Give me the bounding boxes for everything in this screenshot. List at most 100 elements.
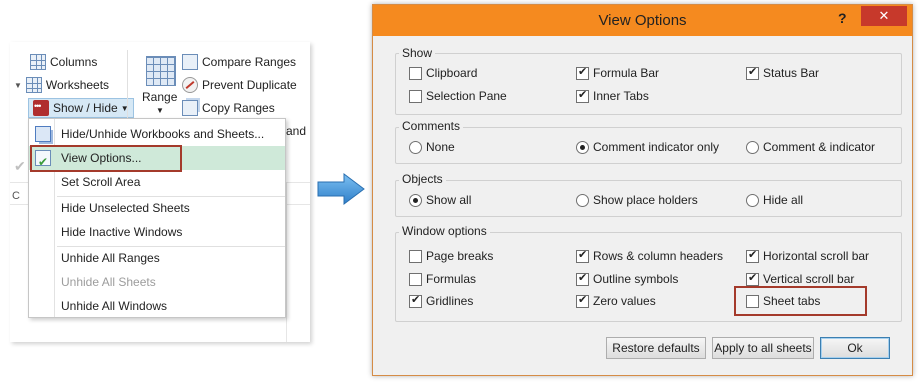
range-dropdown-icon[interactable]: ▼	[156, 106, 164, 115]
prevent-duplicate-button[interactable]: Prevent Duplicate	[182, 75, 297, 95]
menu-item-label: Hide Inactive Windows	[61, 225, 183, 239]
columns-button[interactable]: Columns	[30, 52, 97, 72]
columns-icon	[30, 54, 46, 70]
formulas-checkbox[interactable]: Formulas	[409, 271, 476, 287]
horizontal-scroll-check[interactable]	[746, 248, 759, 263]
menu-item-unhide-all-sheets: Unhide All Sheets	[29, 270, 285, 294]
sheet-gridline-v	[286, 182, 287, 342]
dropdown-arrow-icon: ▼	[14, 80, 22, 90]
comments-group-title: Comments	[399, 119, 464, 133]
menu-item-set-scroll-area[interactable]: Set Scroll Area	[29, 170, 285, 194]
comments-none-radio[interactable]: None	[409, 139, 455, 155]
worksheets-button[interactable]: ▼ Worksheets	[14, 75, 109, 95]
menu-item-hide-unhide-workbooks[interactable]: Hide/Unhide Workbooks and Sheets...	[29, 122, 285, 146]
prevent-duplicate-icon	[182, 77, 198, 93]
objects-hide-all-label: Hide all	[763, 193, 804, 207]
comment-indicator-only-radio[interactable]: Comment indicator only	[576, 139, 719, 155]
gridlines-check[interactable]	[409, 293, 422, 308]
rc-headers-checkbox[interactable]: Rows & column headers	[576, 248, 723, 264]
vertical-scroll-check[interactable]	[746, 271, 759, 286]
outline-symbols-checkbox[interactable]: Outline symbols	[576, 271, 678, 287]
right-arrow-icon	[317, 173, 365, 205]
objects-show-all-label: Show all	[426, 193, 472, 207]
inner-tabs-label: Inner Tabs	[593, 89, 649, 103]
ok-button[interactable]: Ok	[820, 337, 890, 359]
vertical-scroll-label: Vertical scroll bar	[763, 272, 855, 286]
comment-and-indicator-radio[interactable]: Comment & indicator	[746, 139, 875, 155]
unhide-workbooks-icon	[35, 126, 51, 142]
comment-and-indicator-radio-dot[interactable]	[746, 140, 759, 154]
menu-item-label: Unhide All Windows	[61, 299, 168, 313]
zero-values-checkbox[interactable]: Zero values	[576, 293, 656, 309]
menu-item-hide-inactive-windows[interactable]: Hide Inactive Windows	[29, 220, 285, 244]
formula-bar-label: Formula Bar	[593, 66, 660, 80]
worksheets-label: Worksheets	[45, 78, 110, 92]
page-breaks-checkbox[interactable]: Page breaks	[409, 248, 493, 264]
show-hide-label: Show / Hide	[53, 101, 118, 115]
comments-none-radio-dot[interactable]	[409, 140, 422, 154]
column-header-c: C	[12, 190, 20, 202]
menu-item-unhide-all-ranges[interactable]: Unhide All Ranges	[29, 246, 285, 270]
inner-tabs-check[interactable]	[576, 88, 589, 103]
close-button[interactable]: ✕	[861, 6, 907, 26]
objects-show-all-radio[interactable]: Show all	[409, 192, 471, 208]
objects-hide-all-radio-dot[interactable]	[746, 193, 759, 207]
menu-item-unhide-all-windows[interactable]: Unhide All Windows	[29, 294, 285, 318]
status-bar-checkbox[interactable]: Status Bar	[746, 65, 819, 81]
rc-headers-check[interactable]	[576, 248, 589, 263]
horizontal-scroll-label: Horizontal scroll bar	[763, 249, 870, 263]
outline-symbols-label: Outline symbols	[593, 272, 679, 286]
show-hide-icon	[33, 100, 49, 116]
selection-pane-label: Selection Pane	[426, 89, 507, 103]
horizontal-scroll-checkbox[interactable]: Horizontal scroll bar	[746, 248, 869, 264]
compare-ranges-icon	[182, 54, 198, 70]
help-button[interactable]: ?	[838, 10, 847, 26]
inner-tabs-checkbox[interactable]: Inner Tabs	[576, 88, 649, 104]
page-breaks-check[interactable]	[409, 249, 422, 263]
copy-ranges-button[interactable]: Copy Ranges	[182, 98, 275, 118]
selection-pane-checkbox[interactable]: Selection Pane	[409, 88, 507, 104]
restore-defaults-button[interactable]: Restore defaults	[606, 337, 706, 359]
apply-all-sheets-button[interactable]: Apply to all sheets	[712, 337, 814, 359]
clipboard-check[interactable]	[409, 66, 422, 80]
show-hide-button[interactable]: Show / Hide ▼	[28, 98, 134, 118]
objects-placeholders-radio[interactable]: Show place holders	[576, 192, 698, 208]
menu-item-hide-unselected-sheets[interactable]: Hide Unselected Sheets	[29, 196, 285, 220]
view-options-highlight-box	[30, 145, 182, 172]
view-options-dialog: View Options ? ✕ Show Clipboard Formula …	[372, 4, 913, 376]
ribbon-group-label-partial: and	[286, 124, 307, 138]
menu-item-label: Set Scroll Area	[61, 175, 141, 189]
zero-values-check[interactable]	[576, 293, 589, 308]
status-bar-label: Status Bar	[763, 66, 820, 80]
dialog-title: View Options	[598, 12, 687, 29]
objects-placeholders-radio-dot[interactable]	[576, 193, 589, 207]
menu-item-label: Hide Unselected Sheets	[61, 201, 190, 215]
clipboard-checkbox[interactable]: Clipboard	[409, 65, 477, 81]
prevent-duplicate-label: Prevent Duplicate	[202, 78, 297, 92]
objects-group-title: Objects	[399, 172, 446, 186]
copy-ranges-label: Copy Ranges	[202, 101, 275, 115]
compare-ranges-label: Compare Ranges	[202, 55, 297, 69]
sheet-tabs-highlight-box	[734, 286, 867, 316]
comment-indicator-only-label: Comment indicator only	[593, 140, 720, 154]
gridlines-checkbox[interactable]: Gridlines	[409, 293, 473, 309]
range-icon[interactable]	[146, 56, 176, 86]
range-label[interactable]: Range	[142, 90, 177, 104]
status-bar-check[interactable]	[746, 65, 759, 80]
formula-bar-checkbox[interactable]: Formula Bar	[576, 65, 659, 81]
formulas-check[interactable]	[409, 272, 422, 286]
comment-indicator-only-radio-dot[interactable]	[576, 140, 589, 154]
outline-symbols-check[interactable]	[576, 271, 589, 286]
ribbon-divider	[127, 50, 128, 120]
vertical-scroll-checkbox[interactable]: Vertical scroll bar	[746, 271, 854, 287]
worksheets-icon	[25, 77, 42, 93]
formula-bar-check[interactable]	[576, 65, 589, 80]
menu-item-label: Unhide All Ranges	[61, 251, 160, 265]
dialog-titlebar[interactable]: View Options ? ✕	[373, 5, 912, 36]
selection-pane-check[interactable]	[409, 89, 422, 103]
objects-hide-all-radio[interactable]: Hide all	[746, 192, 803, 208]
show-group	[395, 53, 902, 115]
objects-show-all-radio-dot[interactable]	[409, 193, 422, 207]
comments-none-label: None	[426, 140, 455, 154]
compare-ranges-button[interactable]: Compare Ranges	[182, 52, 296, 72]
